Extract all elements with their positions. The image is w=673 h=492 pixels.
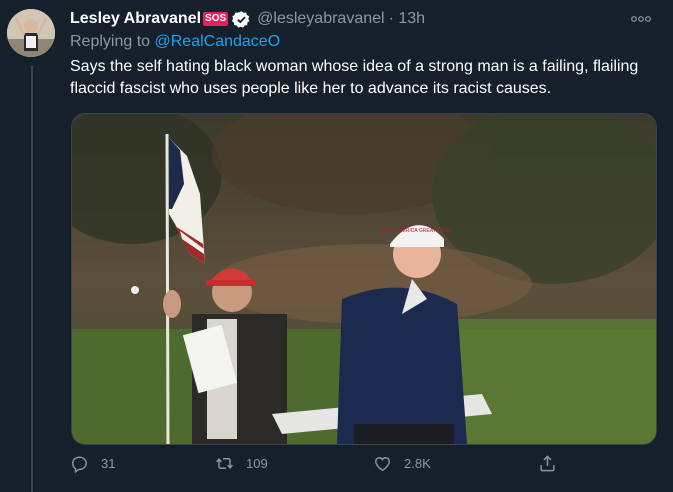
more-dots-icon	[631, 16, 651, 22]
hat-text: MAKE AMERICA GREAT AGAIN	[380, 228, 453, 234]
verified-badge-icon	[232, 10, 250, 28]
reply-count: 31	[101, 456, 116, 471]
reply-icon	[72, 456, 87, 473]
heart-icon	[375, 457, 390, 472]
tweet-time[interactable]: · 13h	[389, 10, 425, 28]
sos-badge: SOS	[203, 12, 229, 26]
author-name[interactable]: Lesley Abravanel	[70, 10, 201, 28]
replying-to-prefix: Replying to	[70, 33, 151, 50]
avatar-image	[7, 9, 55, 57]
share-button[interactable]	[538, 454, 569, 473]
like-button[interactable]: 2.8K	[373, 454, 431, 473]
replying-to-line: Replying to @RealCandaceO	[70, 33, 280, 51]
author-handle[interactable]: @lesleyabravanel	[257, 10, 384, 28]
reply-button[interactable]: 31	[70, 454, 115, 473]
tweet-photo[interactable]: MAKE AMERICA GREAT AGAIN	[71, 113, 657, 445]
golf-photo-illustration: MAKE AMERICA GREAT AGAIN	[72, 114, 656, 444]
tweet-text: Says the self hating black woman whose i…	[70, 58, 639, 97]
tweet-header: Lesley Abravanel SOS @lesleyabravanel · …	[70, 8, 653, 30]
replying-to-mention[interactable]: @RealCandaceO	[155, 33, 281, 50]
retweet-button[interactable]: 109	[215, 454, 268, 473]
retweet-icon	[216, 458, 233, 469]
tweet-actions: 31 109 2.8K	[70, 454, 570, 476]
like-count: 2.8K	[404, 456, 431, 471]
retweet-count: 109	[246, 456, 268, 471]
thread-line	[31, 66, 33, 492]
avatar[interactable]	[7, 9, 55, 57]
more-options-icon[interactable]	[631, 11, 651, 26]
share-icon	[540, 455, 555, 472]
